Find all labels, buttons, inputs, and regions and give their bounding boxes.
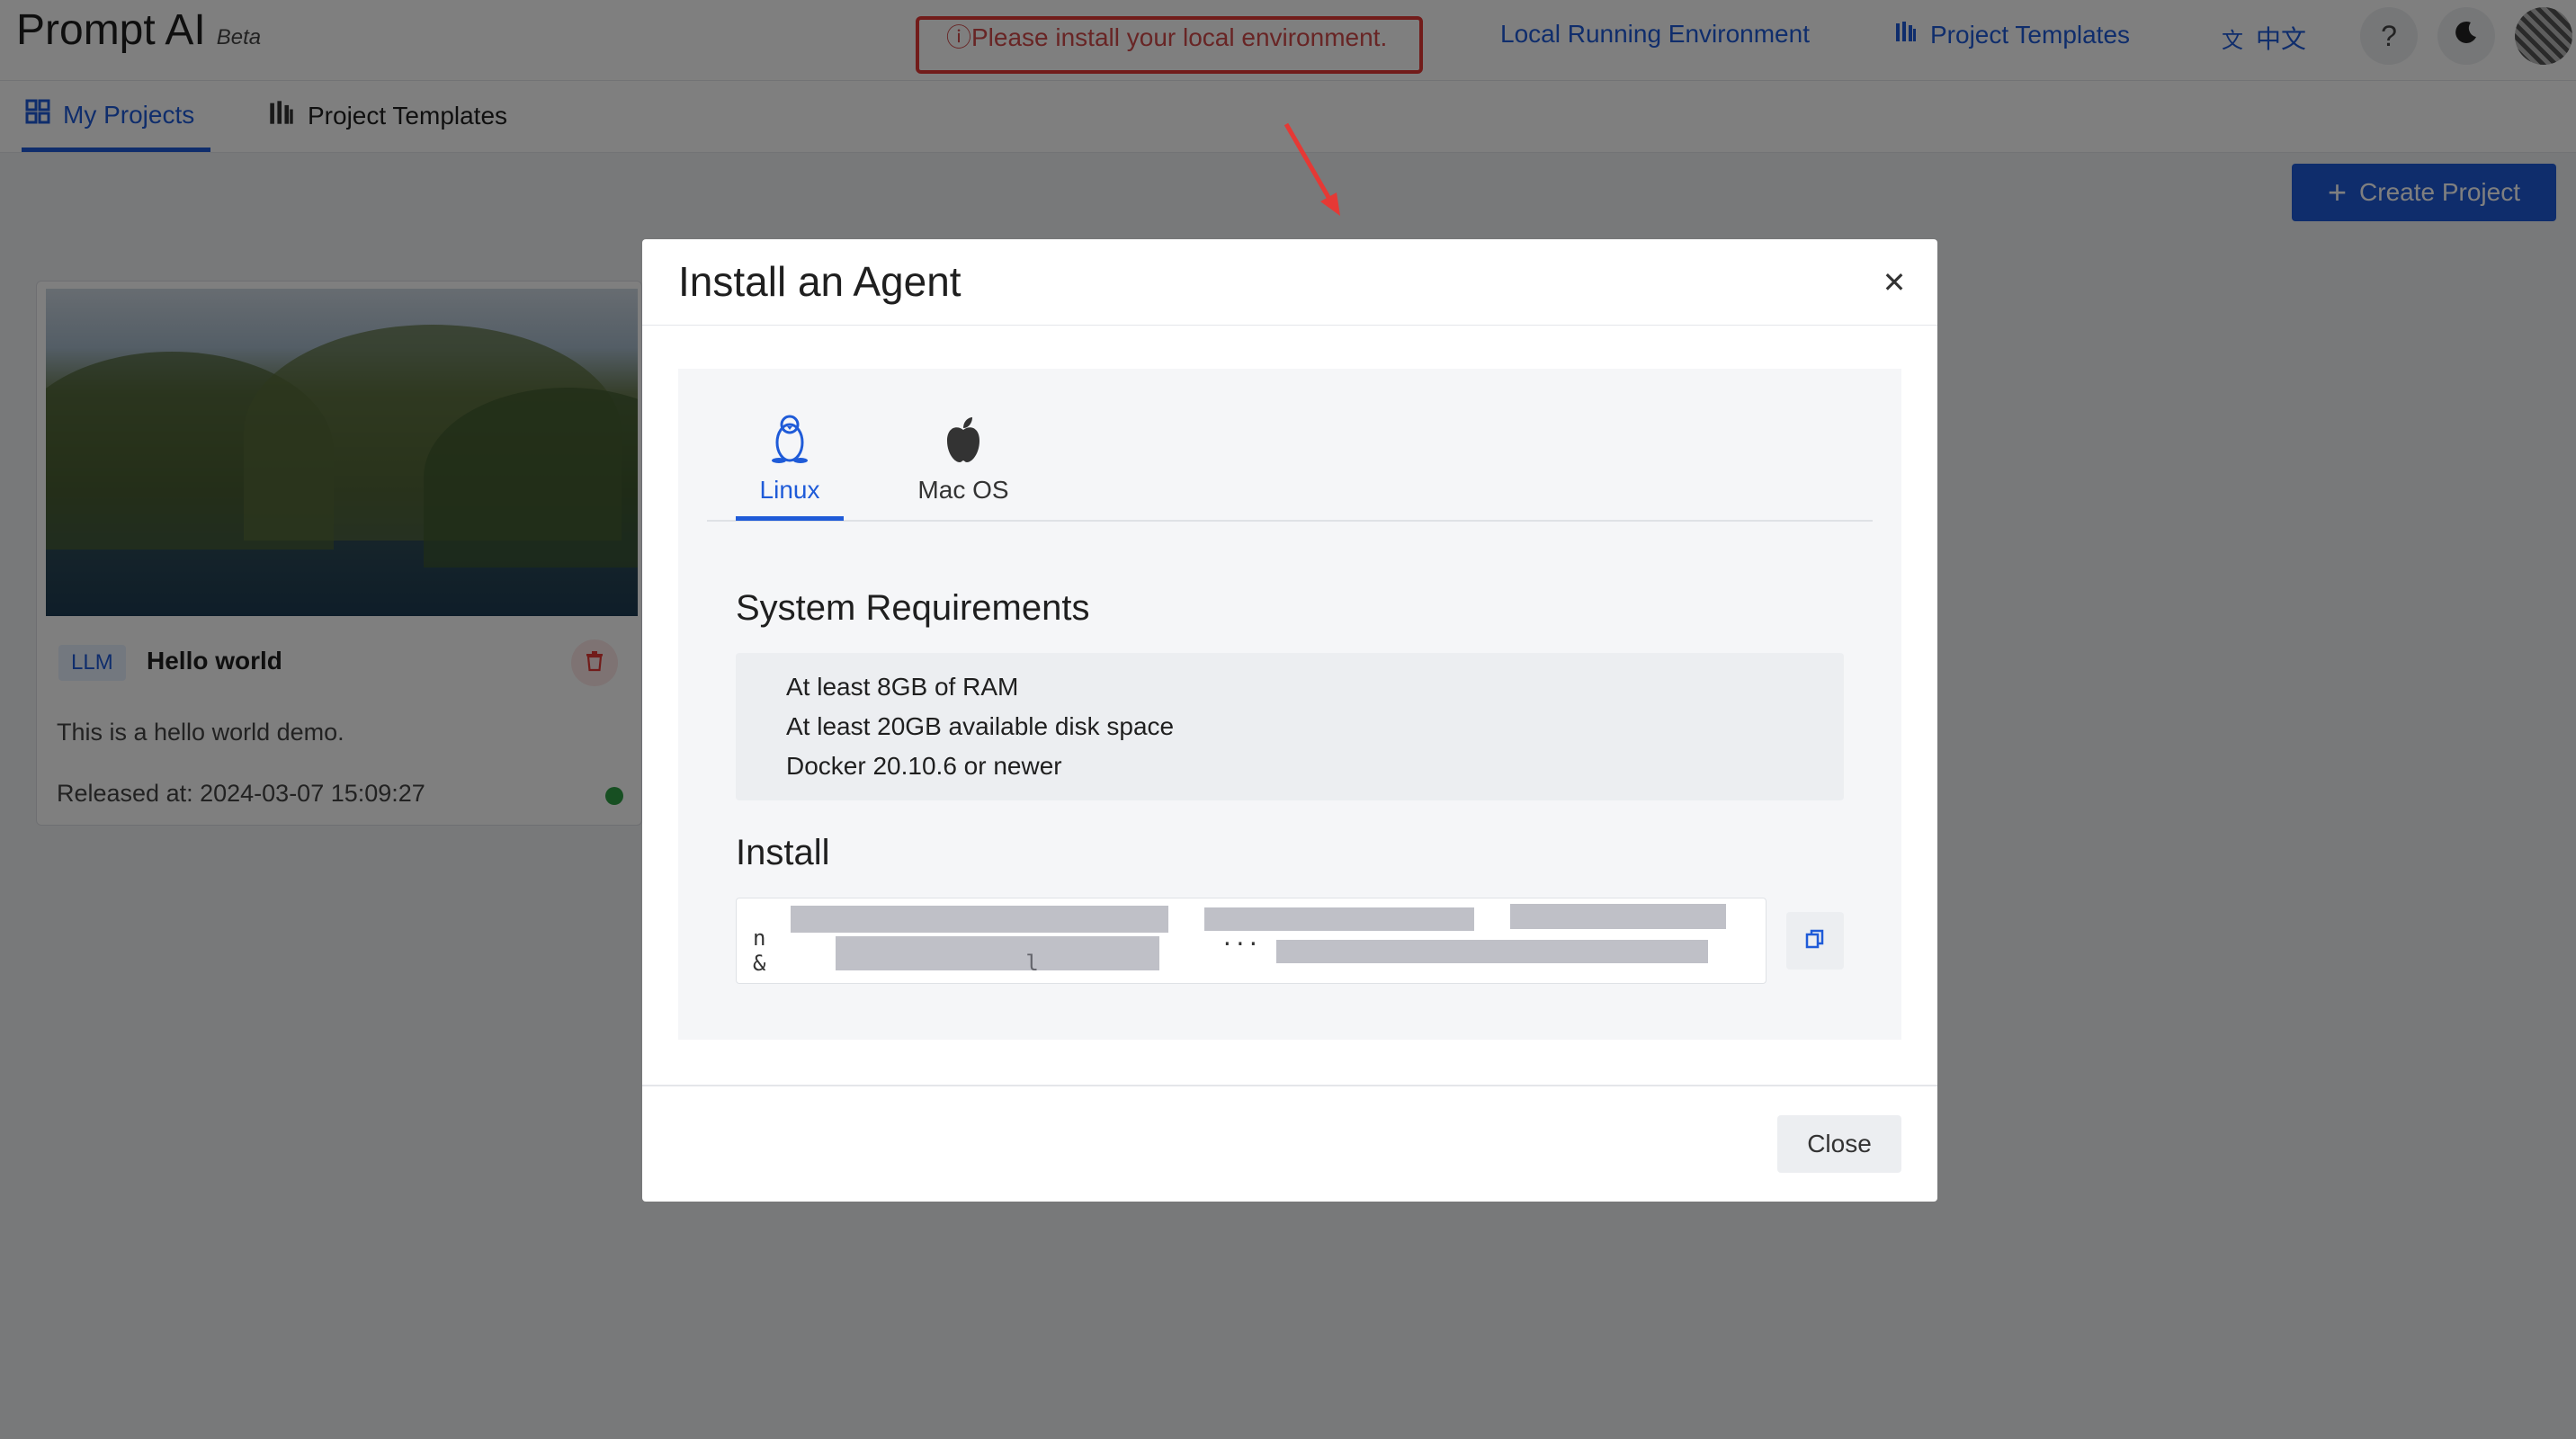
apple-icon: [944, 414, 983, 470]
dialog-title: Install an Agent: [678, 258, 962, 305]
dialog-header: Install an Agent ✕: [642, 239, 1937, 326]
tab-macos-label: Mac OS: [917, 476, 1009, 504]
install-agent-dialog: Install an Agent ✕ Linux Mac OS System R…: [642, 239, 1937, 1202]
requirements-heading: System Requirements: [736, 588, 1090, 628]
dialog-footer-divider: [642, 1085, 1937, 1086]
redaction-block: [791, 906, 1168, 933]
annotation-arrow-icon: [1284, 122, 1340, 216]
redaction-block: [1510, 904, 1726, 929]
requirement-disk: At least 20GB available disk space: [786, 712, 1175, 740]
copy-command-button[interactable]: [1786, 912, 1844, 970]
tab-linux-label: Linux: [759, 476, 820, 504]
install-command-box[interactable]: n ... & l: [736, 898, 1767, 984]
os-tab-divider: [707, 520, 1873, 522]
redaction-block: [1276, 940, 1708, 963]
linux-penguin-icon: [770, 414, 809, 470]
requirement-ram: At least 8GB of RAM: [786, 673, 1019, 701]
active-os-indicator: [736, 516, 844, 521]
tab-macos[interactable]: Mac OS: [905, 414, 1022, 505]
close-icon[interactable]: ✕: [1874, 263, 1914, 302]
requirement-docker: Docker 20.10.6 or newer: [786, 752, 1062, 780]
redaction-block: [1204, 907, 1474, 931]
copy-icon: [1804, 928, 1826, 954]
install-heading: Install: [736, 833, 830, 872]
tab-linux[interactable]: Linux: [736, 414, 844, 505]
close-button[interactable]: Close: [1777, 1115, 1901, 1173]
agent-install-panel: Linux Mac OS System Requirements At leas…: [678, 369, 1901, 1040]
requirements-list: At least 8GB of RAM At least 20GB availa…: [736, 653, 1844, 800]
redaction-block: [836, 936, 1159, 970]
